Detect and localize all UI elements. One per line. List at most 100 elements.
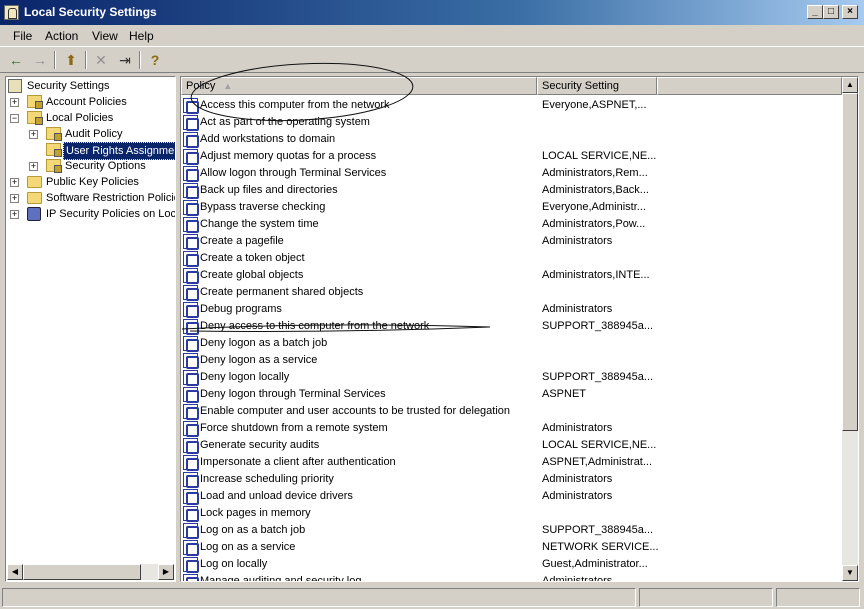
toolbar-separator: [54, 51, 56, 69]
menu-view[interactable]: View: [92, 29, 118, 43]
table-row[interactable]: Add workstations to domain: [181, 131, 842, 148]
status-panel-3: [776, 588, 860, 607]
expand-icon[interactable]: +: [10, 210, 19, 219]
expand-icon[interactable]: +: [29, 162, 38, 171]
policy-name: Deny logon as a service: [200, 354, 318, 366]
security-settings-icon: [8, 79, 22, 93]
table-row[interactable]: Act as part of the operating system: [181, 114, 842, 131]
policy-name: Deny logon locally: [200, 371, 290, 383]
column-header-empty[interactable]: [657, 77, 842, 95]
menu-help[interactable]: Help: [129, 29, 154, 43]
table-row[interactable]: Load and unload device drivers Administra…: [181, 488, 842, 505]
policy-setting-icon: [183, 472, 199, 488]
title-bar[interactable]: Local Security Settings _ □ ×: [0, 0, 864, 25]
policy-setting-icon: [183, 540, 199, 556]
table-row[interactable]: Log on as a batch job SUPPORT_388945a...: [181, 522, 842, 539]
table-row[interactable]: Log on locally Guest,Administrator...: [181, 556, 842, 573]
menu-action[interactable]: Action: [45, 29, 78, 43]
security-setting-value: Everyone,Administr...: [542, 201, 646, 213]
scroll-up-button[interactable]: ▲: [842, 77, 858, 93]
folder-icon: [27, 176, 42, 188]
back-arrow-icon[interactable]: ←: [6, 51, 26, 69]
tree-pane[interactable]: Security Settings + Account Policies − L…: [5, 76, 176, 582]
policy-setting-icon: [183, 438, 199, 454]
policy-folder-icon: [46, 143, 62, 157]
expand-icon[interactable]: +: [10, 98, 19, 107]
policy-name: Add workstations to domain: [200, 133, 336, 145]
policy-name: Deny logon through Terminal Services: [200, 388, 386, 400]
list-vertical-scrollbar[interactable]: ▲ ▼: [842, 77, 858, 581]
table-row[interactable]: Deny logon through Terminal Services ASPN…: [181, 386, 842, 403]
expand-icon[interactable]: +: [29, 130, 38, 139]
scroll-thumb[interactable]: [23, 564, 141, 580]
table-row[interactable]: Create global objects Administrators,INTE…: [181, 267, 842, 284]
policy-name: Access this computer from the network: [200, 99, 390, 111]
policy-name: Allow logon through Terminal Services: [200, 167, 387, 179]
table-row[interactable]: Bypass traverse checking Everyone,Adminis…: [181, 199, 842, 216]
table-row[interactable]: Manage auditing and security log Administ…: [181, 573, 842, 582]
table-row[interactable]: Deny access to this computer from the ne…: [181, 318, 842, 335]
table-row[interactable]: Enable computer and user accounts to be …: [181, 403, 842, 420]
collapse-icon[interactable]: −: [10, 114, 19, 123]
table-row[interactable]: Deny logon locally SUPPORT_388945a...: [181, 369, 842, 386]
list-header: Policy ▲ Security Setting: [181, 77, 842, 95]
forward-arrow-icon[interactable]: →: [30, 51, 50, 69]
table-row[interactable]: Change the system time Administrators,Pow…: [181, 216, 842, 233]
table-row[interactable]: Log on as a service NETWORK SERVICE...: [181, 539, 842, 556]
policy-name: Load and unload device drivers: [200, 490, 353, 502]
policy-folder-icon: [27, 95, 43, 109]
table-row[interactable]: Create a token object: [181, 250, 842, 267]
table-row[interactable]: Create permanent shared objects: [181, 284, 842, 301]
status-panel-2: [639, 588, 773, 607]
table-row[interactable]: Create a pagefile Administrators: [181, 233, 842, 250]
policy-name: Create permanent shared objects: [200, 286, 364, 298]
policy-name: Create global objects: [200, 269, 304, 281]
policy-name: Adjust memory quotas for a process: [200, 150, 377, 162]
table-row[interactable]: Force shutdown from a remote system Admin…: [181, 420, 842, 437]
help-icon[interactable]: ?: [145, 51, 165, 69]
column-header-security-setting[interactable]: Security Setting: [537, 77, 657, 95]
ip-security-icon: [27, 207, 41, 221]
status-panel-main: [2, 588, 636, 607]
security-setting-value: Administrators: [542, 422, 613, 434]
table-row[interactable]: Debug programs Administrators: [181, 301, 842, 318]
table-row[interactable]: Impersonate a client after authenticatio…: [181, 454, 842, 471]
policy-setting-icon: [183, 98, 199, 114]
scroll-down-button[interactable]: ▼: [842, 565, 858, 581]
minimize-button[interactable]: _: [807, 5, 823, 19]
scroll-thumb[interactable]: [842, 93, 858, 431]
delete-icon[interactable]: ✕: [91, 51, 111, 69]
policy-folder-icon: [27, 111, 43, 125]
column-header-policy[interactable]: Policy ▲: [181, 77, 537, 95]
expand-icon[interactable]: +: [10, 194, 19, 203]
security-setting-value: Administrators: [542, 575, 613, 582]
toolbar-separator: [85, 51, 87, 69]
up-one-level-icon[interactable]: ⬆: [61, 51, 81, 69]
scroll-right-button[interactable]: ▶: [158, 564, 174, 580]
policy-list-pane[interactable]: Policy ▲ Security Setting Access this com…: [180, 76, 859, 582]
security-setting-value: Guest,Administrator...: [542, 558, 648, 570]
table-row[interactable]: Access this computer from the network Eve…: [181, 97, 842, 114]
table-row[interactable]: Deny logon as a batch job: [181, 335, 842, 352]
table-row[interactable]: Generate security audits LOCAL SERVICE,NE…: [181, 437, 842, 454]
table-row[interactable]: Increase scheduling priority Administrato…: [181, 471, 842, 488]
policy-setting-icon: [183, 200, 199, 216]
table-row[interactable]: Deny logon as a service: [181, 352, 842, 369]
maximize-button[interactable]: □: [823, 5, 839, 19]
security-setting-value: Administrators,Back...: [542, 184, 649, 196]
security-settings-app-icon[interactable]: [4, 5, 19, 20]
tree-horizontal-scrollbar[interactable]: ◀ ▶: [7, 564, 174, 580]
export-list-icon[interactable]: ⇥: [115, 51, 135, 69]
table-row[interactable]: Adjust memory quotas for a process LOCAL …: [181, 148, 842, 165]
policy-setting-icon: [183, 421, 199, 437]
menu-file[interactable]: File: [13, 29, 32, 43]
policy-setting-icon: [183, 353, 199, 369]
close-button[interactable]: ×: [842, 5, 858, 19]
policy-setting-icon: [183, 489, 199, 505]
expand-icon[interactable]: +: [10, 178, 19, 187]
table-row[interactable]: Back up files and directories Administrat…: [181, 182, 842, 199]
folder-icon: [27, 192, 42, 204]
scroll-left-button[interactable]: ◀: [7, 564, 23, 580]
table-row[interactable]: Allow logon through Terminal Services Adm…: [181, 165, 842, 182]
table-row[interactable]: Lock pages in memory: [181, 505, 842, 522]
